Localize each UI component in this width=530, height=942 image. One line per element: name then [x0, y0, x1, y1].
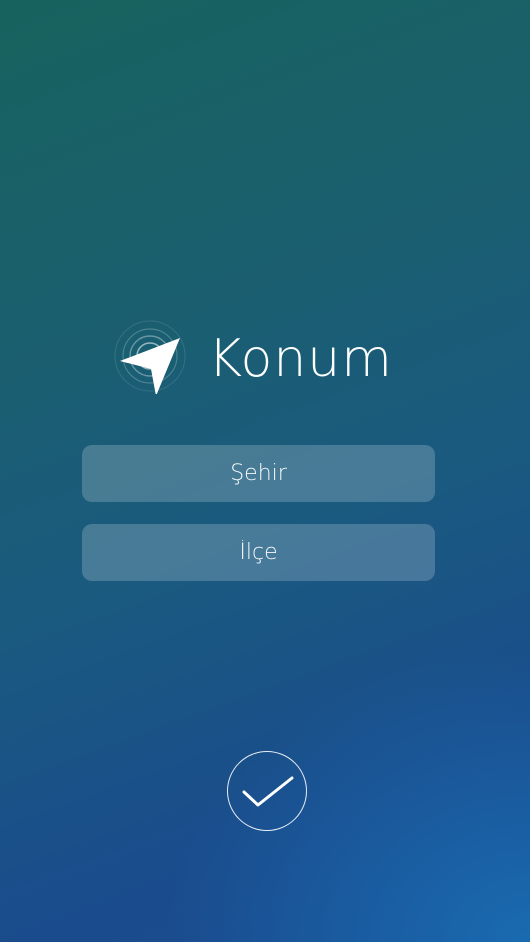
paper-plane-icon: [114, 320, 186, 394]
confirm-button[interactable]: [227, 751, 307, 831]
district-field[interactable]: [82, 524, 435, 581]
checkmark-icon: [242, 776, 294, 807]
app-title: Konum: [208, 329, 393, 389]
city-field[interactable]: [82, 445, 435, 502]
app-logo: Konum: [114, 318, 414, 402]
